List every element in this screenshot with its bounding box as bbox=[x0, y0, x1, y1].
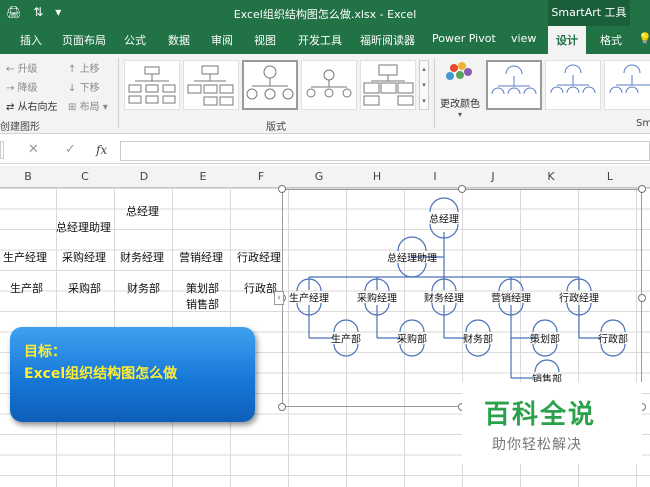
node-arc bbox=[399, 343, 425, 357]
node-arc bbox=[600, 343, 626, 357]
node-arc bbox=[532, 343, 558, 357]
org-node-manager[interactable]: 财务经理 bbox=[424, 290, 464, 305]
node-arc bbox=[465, 343, 491, 357]
org-node-department[interactable]: 生产部 bbox=[331, 331, 361, 346]
org-node-manager[interactable]: 采购经理 bbox=[357, 290, 397, 305]
org-node-department[interactable]: 财务部 bbox=[463, 331, 493, 346]
org-node-manager[interactable]: 行政经理 bbox=[559, 290, 599, 305]
org-node-top[interactable]: 总经理 bbox=[429, 211, 459, 226]
watermark: 百科全说 助你轻松解决 bbox=[462, 382, 642, 464]
watermark-title: 百科全说 bbox=[484, 400, 597, 430]
org-node-department[interactable]: 策划部 bbox=[530, 331, 560, 346]
org-node-assistant[interactable]: 总经理助理 bbox=[387, 250, 437, 265]
org-node-manager[interactable]: 营销经理 bbox=[491, 290, 531, 305]
watermark-subtitle: 助你轻松解决 bbox=[492, 437, 582, 453]
node-arc bbox=[333, 343, 359, 357]
org-node-department[interactable]: 行政部 bbox=[598, 331, 628, 346]
org-node-manager[interactable]: 生产经理 bbox=[289, 290, 329, 305]
node-arc bbox=[397, 262, 427, 278]
org-node-department[interactable]: 采购部 bbox=[397, 331, 427, 346]
